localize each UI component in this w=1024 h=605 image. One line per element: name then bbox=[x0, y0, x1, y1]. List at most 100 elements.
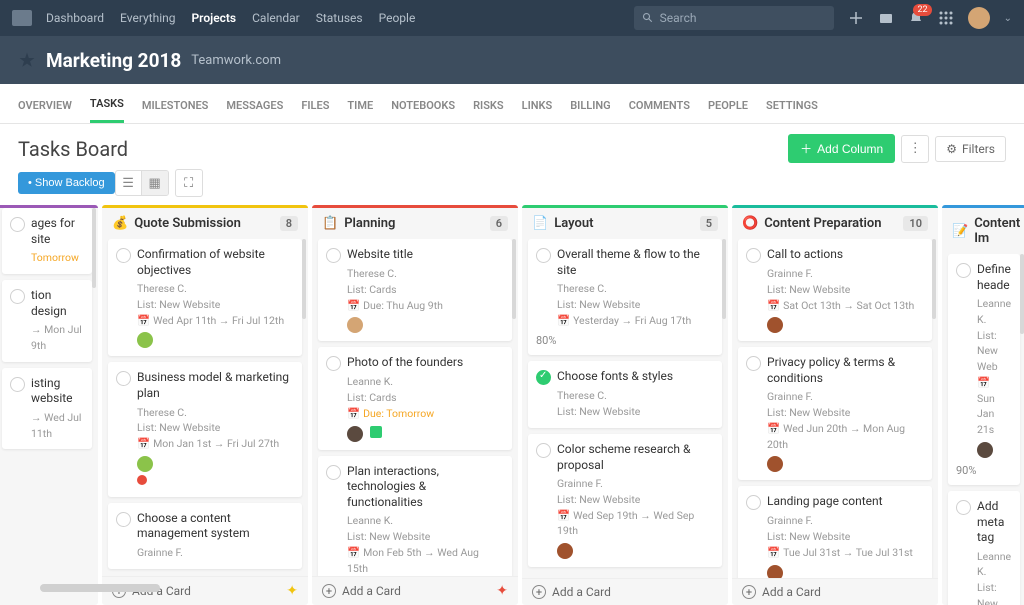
tab-tasks[interactable]: TASKS bbox=[90, 84, 124, 123]
check-icon[interactable] bbox=[746, 356, 761, 371]
card[interactable]: Business model & marketing planTherese C… bbox=[108, 362, 302, 496]
show-backlog-button[interactable]: • Show Backlog bbox=[18, 172, 115, 194]
avatar-icon[interactable] bbox=[767, 317, 783, 333]
card[interactable]: Photo of the foundersLeanne K.List: Card… bbox=[318, 347, 512, 449]
column-header[interactable]: 📄Layout5 bbox=[522, 208, 728, 239]
card[interactable]: Choose fonts & stylesTherese C.List: New… bbox=[528, 361, 722, 428]
card-avatars bbox=[137, 456, 292, 472]
board-column: ages for siteTomorrowtion design→ Mon Ju… bbox=[0, 205, 98, 605]
comment-icon[interactable] bbox=[370, 426, 382, 438]
avatar-icon[interactable] bbox=[977, 442, 993, 458]
check-icon[interactable] bbox=[536, 443, 551, 458]
column-header[interactable]: 💰Quote Submission8 bbox=[102, 208, 308, 239]
tab-comments[interactable]: COMMENTS bbox=[629, 86, 690, 122]
plus-icon: ＋ bbox=[800, 140, 812, 157]
search-icon bbox=[642, 12, 654, 24]
check-icon[interactable] bbox=[326, 465, 341, 480]
card[interactable]: Define headeLeanne K.List: New Web📅Sun J… bbox=[948, 254, 1020, 485]
tab-settings[interactable]: SETTINGS bbox=[766, 86, 818, 122]
user-avatar[interactable] bbox=[968, 7, 990, 29]
check-icon[interactable] bbox=[956, 263, 971, 278]
card-meta: Grainne F.List: New Website📅Wed Sep 19th… bbox=[557, 476, 712, 539]
nav-calendar[interactable]: Calendar bbox=[252, 11, 300, 25]
column-header[interactable]: 📝Content Im bbox=[942, 208, 1024, 254]
card[interactable]: isting website→ Wed Jul 11th bbox=[2, 368, 92, 450]
card[interactable]: Plan interactions, technologies & functi… bbox=[318, 456, 512, 577]
tab-people[interactable]: PEOPLE bbox=[708, 86, 748, 122]
column-header[interactable]: ⭕Content Preparation10 bbox=[732, 208, 938, 239]
check-icon[interactable] bbox=[10, 217, 25, 232]
search-input[interactable]: Search bbox=[634, 6, 834, 30]
add-card-button[interactable]: +Add a Card bbox=[522, 578, 728, 605]
nav-people[interactable]: People bbox=[379, 11, 416, 25]
check-icon[interactable] bbox=[10, 377, 25, 392]
card[interactable]: ages for siteTomorrow bbox=[2, 208, 92, 274]
check-icon[interactable] bbox=[746, 248, 761, 263]
board-view-button[interactable]: ▦ bbox=[142, 171, 168, 195]
check-icon[interactable] bbox=[10, 289, 25, 304]
tab-links[interactable]: LINKS bbox=[522, 86, 553, 122]
folder-icon[interactable] bbox=[878, 10, 894, 26]
nav-projects[interactable]: Projects bbox=[191, 11, 236, 25]
nav-dashboard[interactable]: Dashboard bbox=[46, 11, 104, 25]
avatar-icon[interactable] bbox=[347, 317, 363, 333]
add-card-button[interactable]: +Add a Card bbox=[732, 578, 938, 605]
card[interactable]: Color scheme research & proposalGrainne … bbox=[528, 434, 722, 567]
tab-notebooks[interactable]: NOTEBOOKS bbox=[391, 86, 455, 122]
column-tag-icon[interactable]: ✦ bbox=[286, 583, 298, 599]
card[interactable]: Landing page contentGrainne F.List: New … bbox=[738, 486, 932, 578]
avatar-icon[interactable] bbox=[347, 426, 363, 442]
card[interactable]: Overall theme & flow to the siteTherese … bbox=[528, 239, 722, 355]
card[interactable]: Add meta tagLeanne K.List: New Webs📅Sat … bbox=[948, 491, 1020, 605]
card-avatars bbox=[557, 543, 712, 559]
check-icon[interactable] bbox=[536, 248, 551, 263]
nav-statuses[interactable]: Statuses bbox=[316, 11, 363, 25]
check-icon[interactable] bbox=[326, 248, 341, 263]
list-view-button[interactable]: ☰ bbox=[116, 171, 142, 195]
more-button[interactable]: ⋮ bbox=[901, 135, 929, 163]
nav-everything[interactable]: Everything bbox=[120, 11, 175, 25]
avatar-icon[interactable] bbox=[767, 456, 783, 472]
column-header[interactable]: 📋Planning6 bbox=[312, 208, 518, 239]
horizontal-scrollbar[interactable] bbox=[40, 584, 160, 592]
bell-icon[interactable]: 22 bbox=[908, 10, 924, 26]
tab-messages[interactable]: MESSAGES bbox=[226, 86, 283, 122]
add-icon[interactable] bbox=[848, 10, 864, 26]
tab-milestones[interactable]: MILESTONES bbox=[142, 86, 209, 122]
add-card-button[interactable]: +Add a Card✦ bbox=[312, 576, 518, 605]
tab-billing[interactable]: BILLING bbox=[570, 86, 610, 122]
tab-files[interactable]: FILES bbox=[301, 86, 329, 122]
card[interactable]: Confirmation of website objectivesTheres… bbox=[108, 239, 302, 356]
filters-button[interactable]: ⚙Filters bbox=[935, 136, 1006, 162]
star-icon[interactable] bbox=[18, 51, 36, 69]
tab-overview[interactable]: OVERVIEW bbox=[18, 86, 72, 122]
avatar-icon[interactable] bbox=[137, 456, 153, 472]
card[interactable]: Website titleTherese C.List: Cards📅Due: … bbox=[318, 239, 512, 341]
project-tabs: OVERVIEW TASKS MILESTONES MESSAGES FILES… bbox=[0, 84, 1024, 124]
check-icon[interactable] bbox=[956, 500, 971, 515]
check-icon[interactable] bbox=[116, 248, 131, 263]
add-column-button[interactable]: ＋Add Column bbox=[788, 134, 895, 163]
card[interactable]: Privacy policy & terms & conditionsGrain… bbox=[738, 347, 932, 480]
card[interactable]: Call to actionsGrainne F.List: New Websi… bbox=[738, 239, 932, 341]
avatar-icon[interactable] bbox=[767, 565, 783, 578]
check-icon[interactable] bbox=[536, 370, 551, 385]
card[interactable]: tion design→ Mon Jul 9th bbox=[2, 280, 92, 362]
apps-icon[interactable] bbox=[938, 10, 954, 26]
card[interactable]: Choose a content management systemGrainn… bbox=[108, 503, 302, 569]
tab-risks[interactable]: RISKS bbox=[473, 86, 504, 122]
check-icon[interactable] bbox=[116, 371, 131, 386]
tab-time[interactable]: TIME bbox=[347, 86, 373, 122]
avatar-icon[interactable] bbox=[557, 543, 573, 559]
column-tag-icon[interactable]: ✦ bbox=[496, 583, 508, 599]
column-icon: 📋 bbox=[322, 216, 338, 231]
chevron-down-icon[interactable]: ⌄ bbox=[1004, 13, 1012, 24]
avatar-icon[interactable] bbox=[137, 332, 153, 348]
logo-icon[interactable] bbox=[12, 10, 32, 26]
check-icon[interactable] bbox=[326, 356, 341, 371]
expand-button[interactable]: ⛶ bbox=[175, 169, 203, 197]
check-icon[interactable] bbox=[116, 512, 131, 527]
check-icon[interactable] bbox=[746, 495, 761, 510]
column-icon: ⭕ bbox=[742, 216, 758, 231]
project-bar: Marketing 2018 Teamwork.com bbox=[0, 36, 1024, 84]
